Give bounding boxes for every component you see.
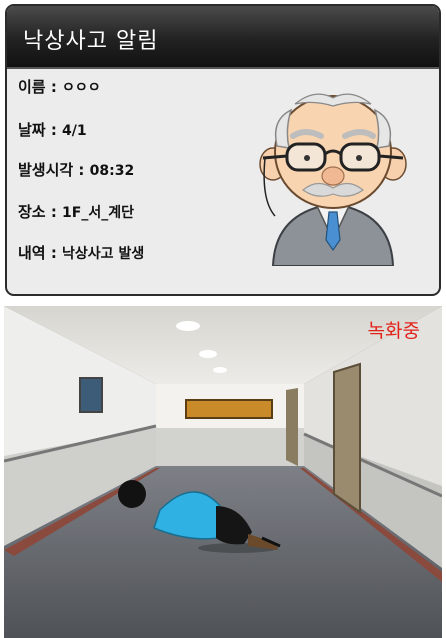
- field-location-value: 1F_서_계단: [62, 205, 134, 221]
- alert-header: 낙상사고 알림: [7, 6, 439, 69]
- field-time-value: 08:32: [89, 163, 135, 179]
- field-details-label: 내역 :: [18, 244, 63, 262]
- field-name: 이름 : ㅇㅇㅇ: [18, 76, 101, 97]
- fall-alert-card: 낙상사고 알림 이름 : ㅇㅇㅇ 날짜 : 4/1 발생시각 : 08:32 장…: [5, 4, 441, 296]
- field-name-label: 이름 :: [18, 78, 63, 96]
- recording-indicator: 녹화중: [367, 320, 420, 342]
- field-date-value: 4/1: [62, 123, 87, 139]
- field-name-value: ㅇㅇㅇ: [62, 80, 101, 96]
- alert-title: 낙상사고 알림: [23, 29, 159, 54]
- cctv-camera-view: 녹화중: [4, 306, 442, 638]
- field-date-label: 날짜 :: [18, 121, 63, 139]
- field-date: 날짜 : 4/1: [18, 119, 87, 140]
- field-details: 내역 : 낙상사고 발생: [18, 242, 144, 263]
- field-time-label: 발생시각 :: [18, 161, 90, 179]
- field-location: 장소 : 1F_서_계단: [18, 201, 134, 222]
- field-details-value: 낙상사고 발생: [62, 246, 145, 262]
- field-time: 발생시각 : 08:32: [18, 159, 134, 180]
- field-location-label: 장소 :: [18, 203, 63, 221]
- elderly-man-icon: [245, 90, 421, 267]
